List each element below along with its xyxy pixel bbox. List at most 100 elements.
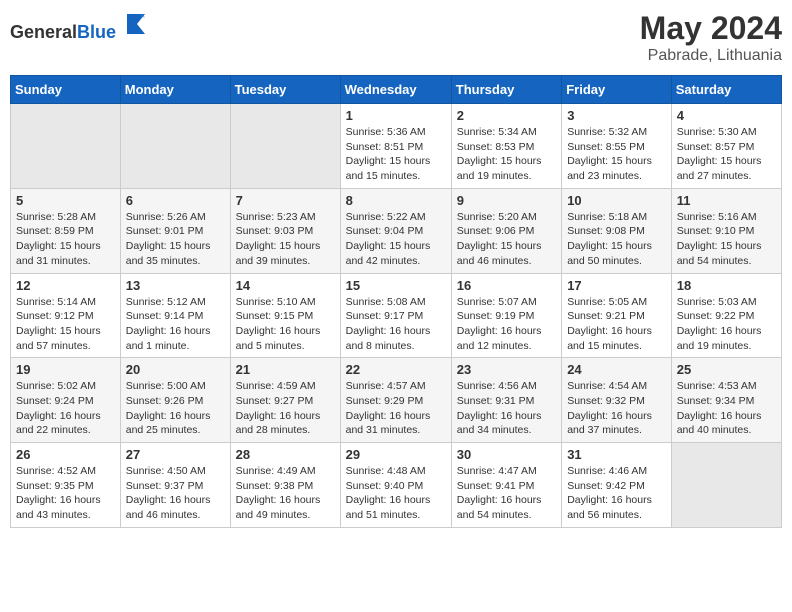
calendar-week-row: 26 Sunrise: 4:52 AMSunset: 9:35 PMDayligh…	[11, 443, 782, 528]
calendar-day-cell: 17 Sunrise: 5:05 AMSunset: 9:21 PMDayligh…	[562, 273, 672, 358]
calendar-day-cell: 16Sunrise: 5:07 AMSunset: 9:19 PMDayligh…	[451, 273, 561, 358]
day-info: Sunrise: 5:20 AMSunset: 9:06 PMDaylight:…	[457, 210, 556, 269]
weekday-header-tuesday: Tuesday	[230, 76, 340, 104]
calendar-day-cell: 22 Sunrise: 4:57 AMSunset: 9:29 PMDayligh…	[340, 358, 451, 443]
day-info: Sunrise: 5:07 AMSunset: 9:19 PMDaylight:…	[457, 295, 556, 354]
calendar-day-cell: 12 Sunrise: 5:14 AMSunset: 9:12 PMDayligh…	[11, 273, 121, 358]
calendar-day-cell: 27 Sunrise: 4:50 AMSunset: 9:37 PMDayligh…	[120, 443, 230, 528]
day-info: Sunrise: 4:46 AMSunset: 9:42 PMDaylight:…	[567, 464, 666, 523]
calendar-week-row: 5Sunrise: 5:28 AMSunset: 8:59 PMDaylight…	[11, 188, 782, 273]
calendar-week-row: 19 Sunrise: 5:02 AMSunset: 9:24 PMDayligh…	[11, 358, 782, 443]
day-info: Sunrise: 5:32 AMSunset: 8:55 PMDaylight:…	[567, 125, 666, 184]
calendar-day-cell: 23 Sunrise: 4:56 AMSunset: 9:31 PMDayligh…	[451, 358, 561, 443]
day-info: Sunrise: 5:08 AMSunset: 9:17 PMDaylight:…	[346, 295, 446, 354]
day-info: Sunrise: 4:56 AMSunset: 9:31 PMDaylight:…	[457, 379, 556, 438]
day-number: 18	[677, 278, 776, 293]
day-info: Sunrise: 4:52 AMSunset: 9:35 PMDaylight:…	[16, 464, 115, 523]
weekday-header-sunday: Sunday	[11, 76, 121, 104]
day-number: 11	[677, 193, 776, 208]
day-info: Sunrise: 4:57 AMSunset: 9:29 PMDaylight:…	[346, 379, 446, 438]
calendar-week-row: 12 Sunrise: 5:14 AMSunset: 9:12 PMDayligh…	[11, 273, 782, 358]
day-info: Sunrise: 5:02 AMSunset: 9:24 PMDaylight:…	[16, 379, 115, 438]
day-info: Sunrise: 4:50 AMSunset: 9:37 PMDaylight:…	[126, 464, 225, 523]
day-number: 19	[16, 362, 115, 377]
day-number: 20	[126, 362, 225, 377]
day-info: Sunrise: 5:05 AMSunset: 9:21 PMDaylight:…	[567, 295, 666, 354]
logo: GeneralBlue	[10, 10, 151, 43]
day-number: 21	[236, 362, 335, 377]
day-number: 14	[236, 278, 335, 293]
day-info: Sunrise: 4:59 AMSunset: 9:27 PMDaylight:…	[236, 379, 335, 438]
day-info: Sunrise: 5:14 AMSunset: 9:12 PMDaylight:…	[16, 295, 115, 354]
calendar-day-cell: 9 Sunrise: 5:20 AMSunset: 9:06 PMDaylight…	[451, 188, 561, 273]
calendar-day-cell	[120, 104, 230, 189]
day-info: Sunrise: 5:00 AMSunset: 9:26 PMDaylight:…	[126, 379, 225, 438]
day-number: 9	[457, 193, 556, 208]
day-info: Sunrise: 5:10 AMSunset: 9:15 PMDaylight:…	[236, 295, 335, 354]
calendar-day-cell: 15 Sunrise: 5:08 AMSunset: 9:17 PMDayligh…	[340, 273, 451, 358]
calendar-day-cell: 14 Sunrise: 5:10 AMSunset: 9:15 PMDayligh…	[230, 273, 340, 358]
day-info: Sunrise: 5:23 AMSunset: 9:03 PMDaylight:…	[236, 210, 335, 269]
day-number: 27	[126, 447, 225, 462]
weekday-header-friday: Friday	[562, 76, 672, 104]
calendar-day-cell: 10 Sunrise: 5:18 AMSunset: 9:08 PMDayligh…	[562, 188, 672, 273]
calendar-day-cell: 5Sunrise: 5:28 AMSunset: 8:59 PMDaylight…	[11, 188, 121, 273]
day-number: 24	[567, 362, 666, 377]
calendar-day-cell: 26 Sunrise: 4:52 AMSunset: 9:35 PMDayligh…	[11, 443, 121, 528]
day-info: Sunrise: 4:53 AMSunset: 9:34 PMDaylight:…	[677, 379, 776, 438]
day-info: Sunrise: 5:36 AMSunset: 8:51 PMDaylight:…	[346, 125, 446, 184]
day-number: 10	[567, 193, 666, 208]
day-number: 22	[346, 362, 446, 377]
calendar-day-cell: 13Sunrise: 5:12 AMSunset: 9:14 PMDayligh…	[120, 273, 230, 358]
calendar-day-cell: 31 Sunrise: 4:46 AMSunset: 9:42 PMDayligh…	[562, 443, 672, 528]
day-number: 3	[567, 108, 666, 123]
day-info: Sunrise: 5:03 AMSunset: 9:22 PMDaylight:…	[677, 295, 776, 354]
day-info: Sunrise: 5:22 AMSunset: 9:04 PMDaylight:…	[346, 210, 446, 269]
day-info: Sunrise: 5:18 AMSunset: 9:08 PMDaylight:…	[567, 210, 666, 269]
calendar-day-cell: 20 Sunrise: 5:00 AMSunset: 9:26 PMDayligh…	[120, 358, 230, 443]
calendar-day-cell: 3 Sunrise: 5:32 AMSunset: 8:55 PMDaylight…	[562, 104, 672, 189]
day-info: Sunrise: 5:12 AMSunset: 9:14 PMDaylight:…	[126, 295, 225, 354]
calendar-day-cell: 18 Sunrise: 5:03 AMSunset: 9:22 PMDayligh…	[671, 273, 781, 358]
day-number: 30	[457, 447, 556, 462]
day-number: 8	[346, 193, 446, 208]
day-info: Sunrise: 4:47 AMSunset: 9:41 PMDaylight:…	[457, 464, 556, 523]
day-number: 1	[346, 108, 446, 123]
day-number: 15	[346, 278, 446, 293]
day-info: Sunrise: 4:49 AMSunset: 9:38 PMDaylight:…	[236, 464, 335, 523]
day-number: 23	[457, 362, 556, 377]
day-number: 2	[457, 108, 556, 123]
logo-blue: Blue	[77, 22, 116, 42]
day-number: 17	[567, 278, 666, 293]
calendar-day-cell	[671, 443, 781, 528]
calendar-day-cell: 6Sunrise: 5:26 AMSunset: 9:01 PMDaylight…	[120, 188, 230, 273]
weekday-header-wednesday: Wednesday	[340, 76, 451, 104]
day-info: Sunrise: 5:28 AMSunset: 8:59 PMDaylight:…	[16, 210, 115, 269]
weekday-header-saturday: Saturday	[671, 76, 781, 104]
weekday-header-row: SundayMondayTuesdayWednesdayThursdayFrid…	[11, 76, 782, 104]
day-number: 7	[236, 193, 335, 208]
day-number: 25	[677, 362, 776, 377]
calendar-day-cell: 4Sunrise: 5:30 AMSunset: 8:57 PMDaylight…	[671, 104, 781, 189]
calendar-day-cell: 30 Sunrise: 4:47 AMSunset: 9:41 PMDayligh…	[451, 443, 561, 528]
location-subtitle: Pabrade, Lithuania	[640, 47, 782, 65]
day-number: 26	[16, 447, 115, 462]
day-number: 31	[567, 447, 666, 462]
calendar-day-cell: 19 Sunrise: 5:02 AMSunset: 9:24 PMDayligh…	[11, 358, 121, 443]
day-info: Sunrise: 5:30 AMSunset: 8:57 PMDaylight:…	[677, 125, 776, 184]
calendar-day-cell: 8 Sunrise: 5:22 AMSunset: 9:04 PMDaylight…	[340, 188, 451, 273]
day-info: Sunrise: 4:54 AMSunset: 9:32 PMDaylight:…	[567, 379, 666, 438]
calendar-day-cell	[11, 104, 121, 189]
day-number: 12	[16, 278, 115, 293]
calendar-day-cell: 28Sunrise: 4:49 AMSunset: 9:38 PMDayligh…	[230, 443, 340, 528]
day-info: Sunrise: 5:34 AMSunset: 8:53 PMDaylight:…	[457, 125, 556, 184]
calendar-day-cell: 1 Sunrise: 5:36 AMSunset: 8:51 PMDaylight…	[340, 104, 451, 189]
title-block: May 2024 Pabrade, Lithuania	[640, 10, 782, 65]
calendar-table: SundayMondayTuesdayWednesdayThursdayFrid…	[10, 75, 782, 528]
calendar-day-cell: 7 Sunrise: 5:23 AMSunset: 9:03 PMDaylight…	[230, 188, 340, 273]
calendar-day-cell: 2 Sunrise: 5:34 AMSunset: 8:53 PMDaylight…	[451, 104, 561, 189]
weekday-header-monday: Monday	[120, 76, 230, 104]
page-header: GeneralBlue May 2024 Pabrade, Lithuania	[10, 10, 782, 65]
day-number: 6	[126, 193, 225, 208]
calendar-day-cell: 24 Sunrise: 4:54 AMSunset: 9:32 PMDayligh…	[562, 358, 672, 443]
